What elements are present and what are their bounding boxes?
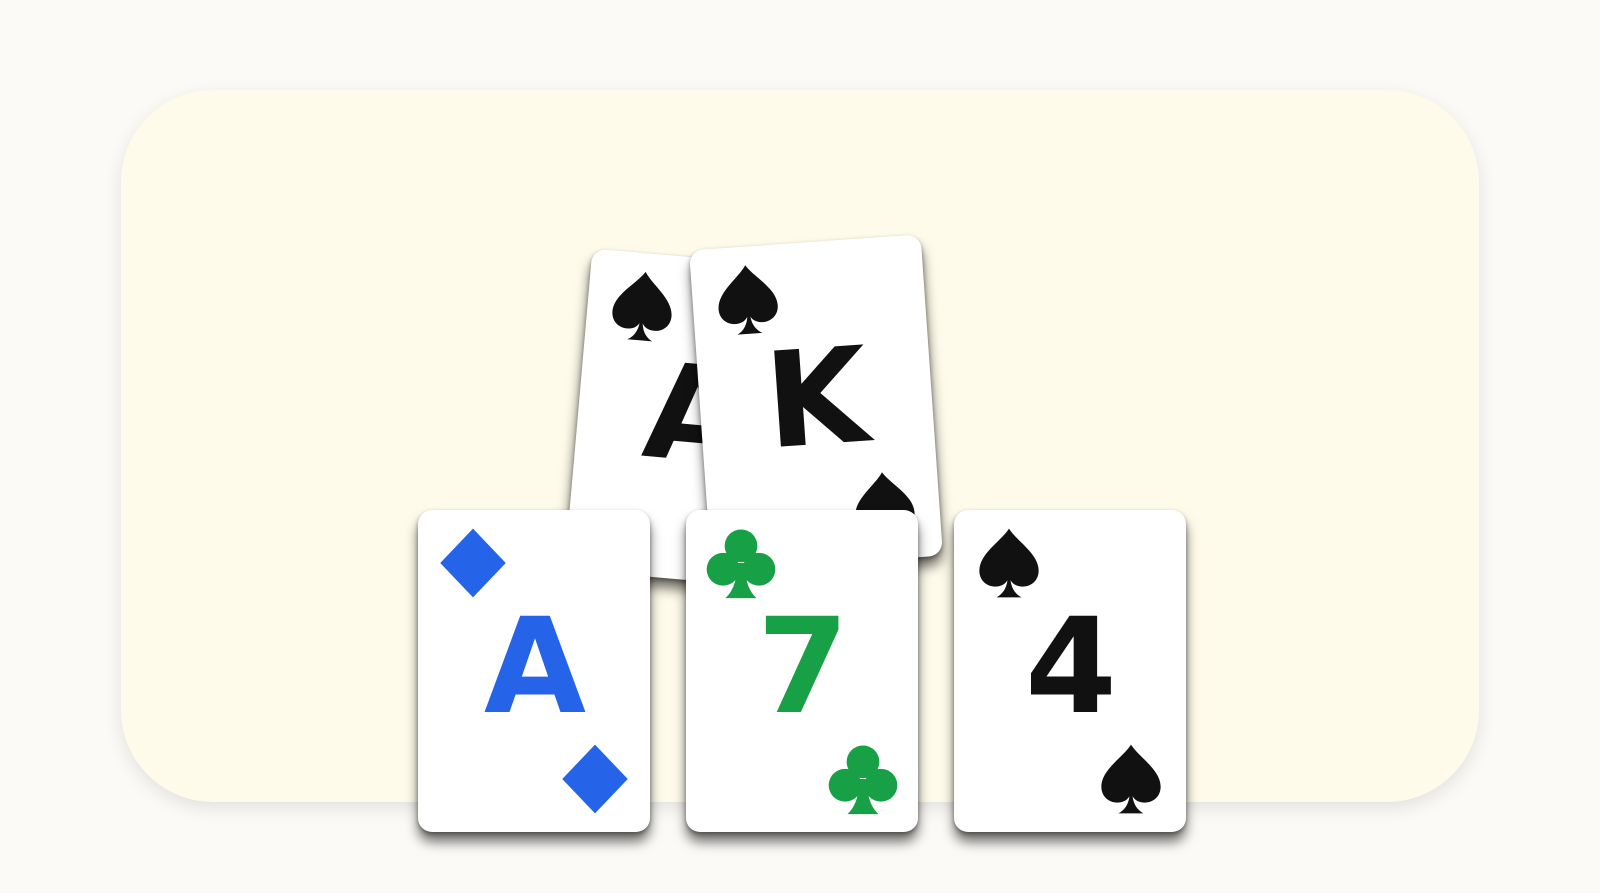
poker-stage: A K A 7 4	[0, 0, 1600, 893]
spade-icon	[1092, 740, 1170, 818]
card-rank: 4	[1025, 590, 1117, 744]
club-icon	[824, 740, 902, 818]
card-rank: 7	[757, 590, 849, 744]
board-card-1[interactable]: A	[418, 510, 650, 832]
card-rank: K	[760, 318, 872, 480]
diamond-icon	[556, 740, 634, 818]
board-card-3[interactable]: 4	[954, 510, 1186, 832]
board-card-2[interactable]: 7	[686, 510, 918, 832]
card-rank: A	[483, 590, 586, 744]
